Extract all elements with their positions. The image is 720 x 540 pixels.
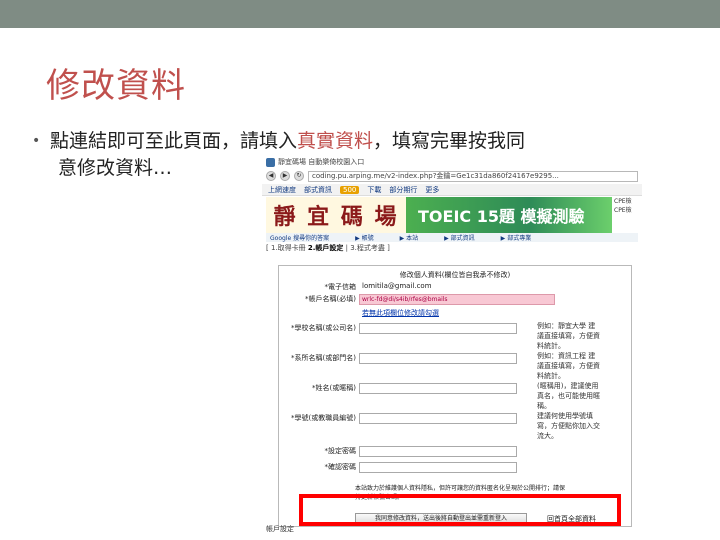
highlight-frame <box>299 494 621 526</box>
school-hint: 例如：靜宜大學 建議直接填寫，方便資料統計。 <box>537 322 600 350</box>
forward-arrow-icon[interactable]: ▶ <box>280 171 290 181</box>
site-logo[interactable]: 靜 宜 碼 場 <box>266 197 406 233</box>
nav-link[interactable]: ▶ 部式資訊 <box>444 233 475 242</box>
nav-link[interactable]: ▶ 帳號 <box>355 233 374 242</box>
dept-input[interactable] <box>359 353 517 364</box>
bookmarks-bar: 上網速度 部式資訊 500 下載 部分期行 更多 <box>262 184 642 196</box>
id-hint: 建議何使用學號填寫，方便點你加入交流大。 <box>537 412 600 440</box>
nav-link[interactable]: Google 搜尋你的答案 <box>270 233 329 242</box>
bookmark-item[interactable]: 部式資訊 <box>304 185 332 195</box>
dept-label: *系所名稱(或部門名) <box>291 354 356 362</box>
bookmark-item[interactable]: 更多 <box>425 185 439 195</box>
email-label: *電子信箱 <box>324 283 357 291</box>
form-title: 修改個人資料(欄位皆自我承不修改) <box>399 271 511 279</box>
id-label: *學號(或教職員編號) <box>291 414 356 422</box>
confirm-input[interactable] <box>359 462 517 473</box>
nav-link[interactable]: ▶ 本站 <box>400 233 419 242</box>
bookmark-item[interactable]: 上網速度 <box>268 185 296 195</box>
account-label: *帳戶名稱(必填) <box>305 295 356 303</box>
profile-form: 修改個人資料(欄位皆自我承不修改) *電子信箱 lomitila@gmail.c… <box>278 265 632 527</box>
step-prefix: [ 1.取得卡冊 <box>266 244 306 252</box>
name-hint: (暱稱用)，建議使用真名，也可能使用暱稱。 <box>537 382 600 410</box>
id-input[interactable] <box>359 413 517 424</box>
bookmark-item[interactable]: 部分期行 <box>389 185 417 195</box>
site-nav: Google 搜尋你的答案 ▶ 帳號 ▶ 本站 ▶ 部式資訊 ▶ 部式專業 <box>266 233 638 242</box>
back-arrow-icon[interactable]: ◀ <box>266 171 276 181</box>
banner-side-text: CPE檢 CPE檢 <box>614 198 632 214</box>
confirm-label: *確認密碼 <box>324 463 357 471</box>
site-favicon-icon <box>266 157 275 167</box>
email-value: lomitila@gmail.com <box>362 282 432 290</box>
name-input[interactable] <box>359 383 517 394</box>
bullet-dot-icon: • <box>32 133 41 149</box>
bullet-text-before: 點連結即可至此頁面，請填入 <box>50 130 298 152</box>
step-indicator: [ 1.取得卡冊 2.帳戶設定 | 3.程式考盡 ] <box>266 243 390 253</box>
nav-link[interactable]: ▶ 部式專業 <box>501 233 532 242</box>
dept-hint: 例如：資訊工程 建議直接填寫，方便資料統計。 <box>537 352 600 380</box>
bookmark-item[interactable]: 下載 <box>367 185 381 195</box>
bookmark-badge[interactable]: 500 <box>340 185 360 194</box>
address-row: ◀ ▶ ↻ coding.pu.arping.me/v2-index.php?金… <box>262 169 642 183</box>
bottom-note: 帳戶設定 <box>266 525 294 533</box>
toeic-ad[interactable]: TOEIC 15題 模擬測驗 <box>406 197 612 233</box>
school-input[interactable] <box>359 323 517 334</box>
site-banner: 靜 宜 碼 場 TOEIC 15題 模擬測驗 CPE檢 CPE檢 <box>266 197 638 233</box>
tab-title: 靜宜碼場 自動樂倚校園入口 <box>278 158 365 166</box>
embedded-screenshot: 靜宜碼場 自動樂倚校園入口 ◀ ▶ ↻ coding.pu.arping.me/… <box>262 155 642 535</box>
browser-tab[interactable]: 靜宜碼場 自動樂倚校園入口 <box>262 155 642 169</box>
bullet-highlight: 真實資料 <box>297 130 374 152</box>
name-label: *姓名(或暱稱) <box>312 384 356 392</box>
school-label: *學校名稱(或公司名) <box>291 324 356 332</box>
url-bar[interactable]: coding.pu.arping.me/v2-index.php?金鑰=Ge1c… <box>308 170 638 182</box>
reload-icon[interactable]: ↻ <box>294 171 304 181</box>
step-current: 2.帳戶設定 <box>307 244 344 252</box>
password-label: *設定密碼 <box>324 447 357 455</box>
account-note-link[interactable]: 若無此項欄位修改請勾選 <box>362 308 439 318</box>
bullet-text-after: ，填寫完畢按我同 <box>373 130 526 152</box>
slide-top-band <box>0 0 720 28</box>
password-input[interactable] <box>359 446 517 457</box>
step-suffix: | 3.程式考盡 ] <box>345 244 390 252</box>
slide-title: 修改資料 <box>46 66 186 106</box>
account-field[interactable]: wrlc-fd@di/s4ib/rfes@bmails <box>359 294 555 305</box>
